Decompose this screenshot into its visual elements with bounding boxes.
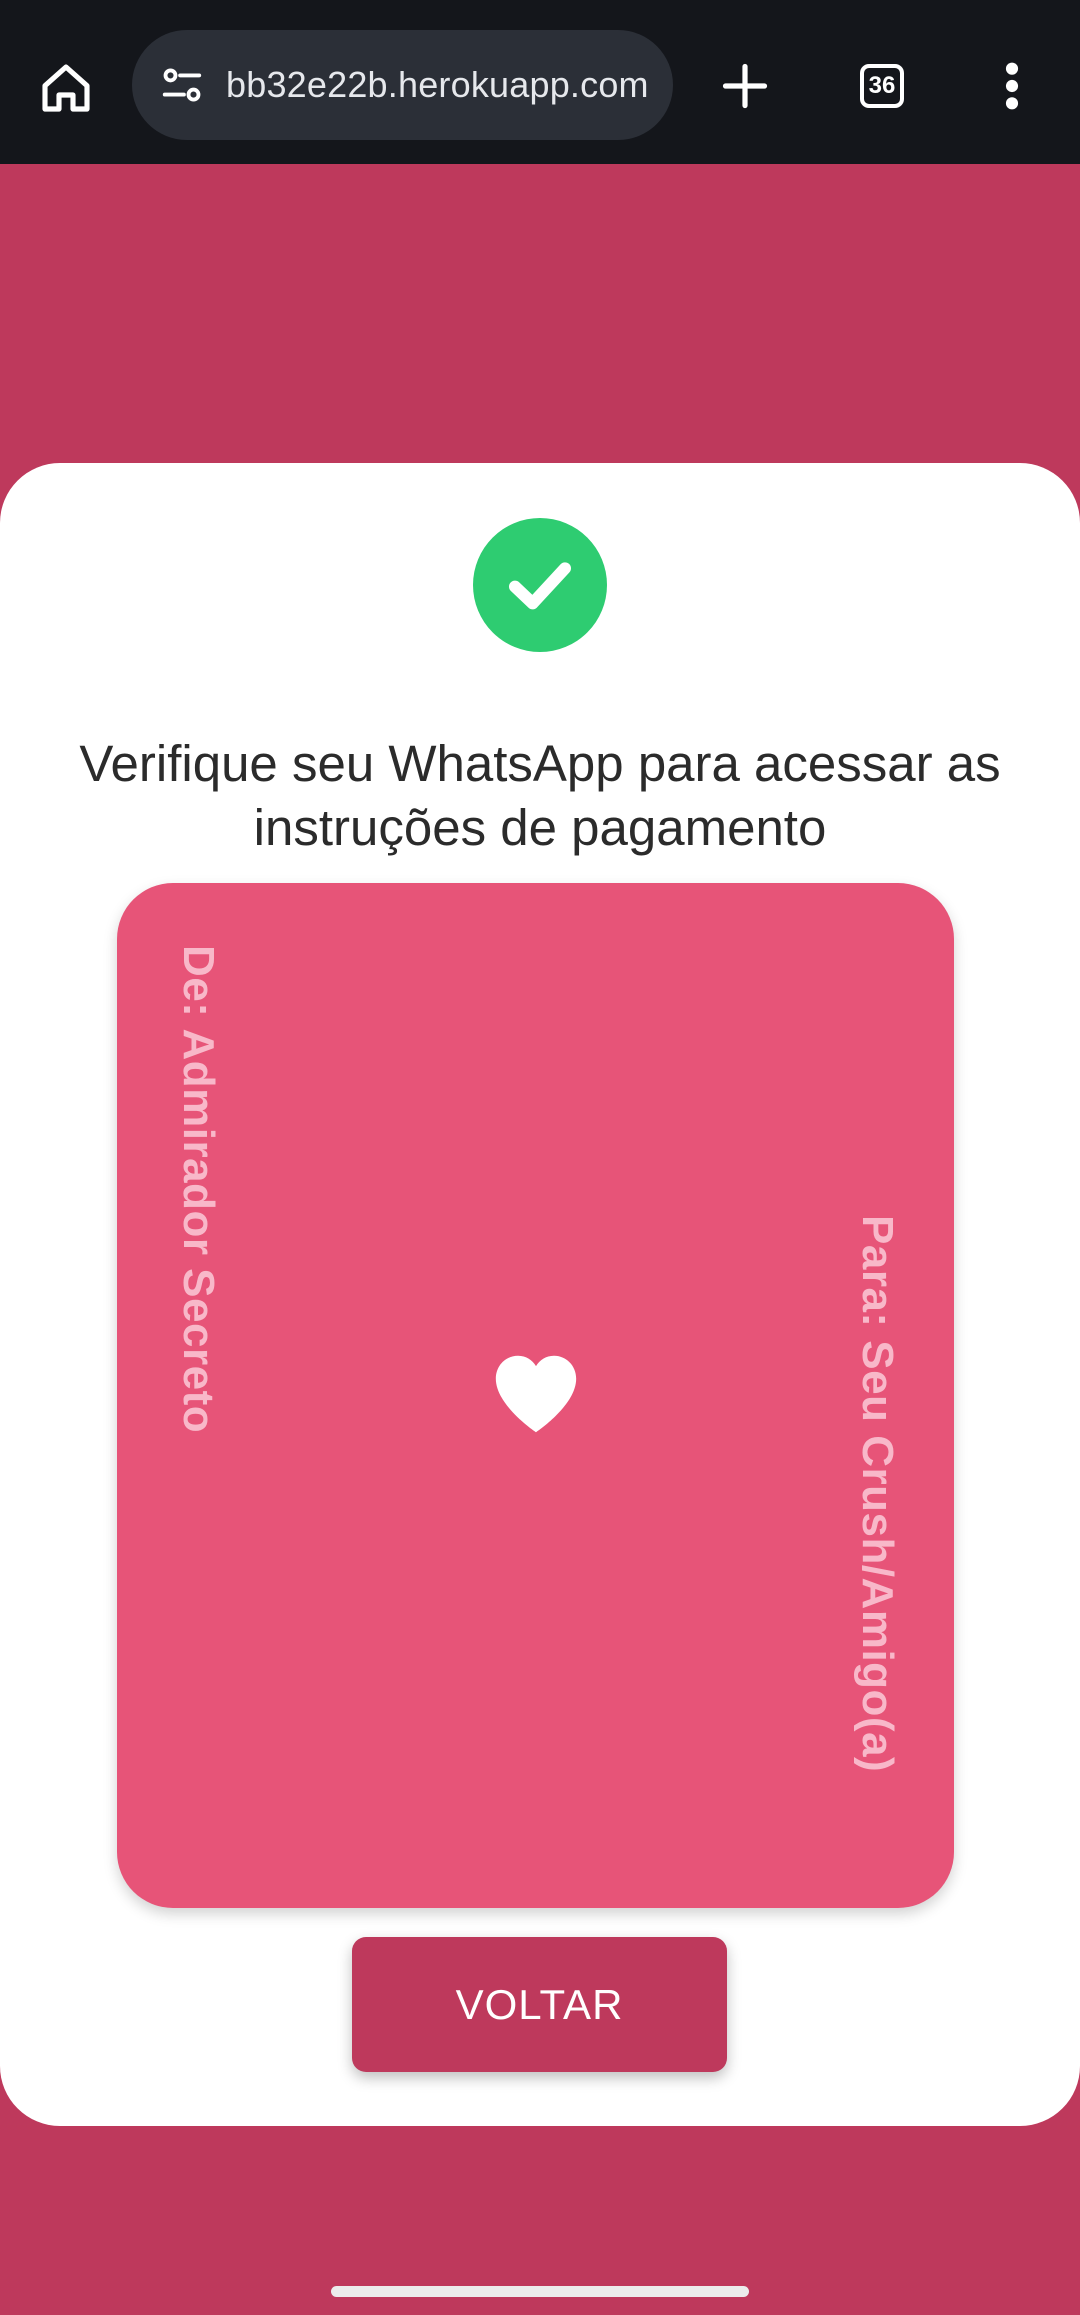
tab-count: 36: [868, 72, 896, 99]
plus-icon: [722, 63, 768, 109]
new-tab-button[interactable]: [703, 44, 787, 128]
home-icon: [42, 64, 90, 112]
home-button[interactable]: [24, 46, 108, 130]
gesture-navigation-bar[interactable]: [331, 2286, 749, 2297]
card-from-label: De: Admirador Secreto: [174, 945, 223, 1434]
address-bar[interactable]: bb32e22b.herokuapp.com: [132, 30, 673, 140]
more-vert-icon: [1005, 62, 1019, 110]
menu-button[interactable]: [970, 44, 1054, 128]
card-to-label: Para: Seu Crush/Amigo(a): [853, 1215, 902, 1773]
heart-icon: [495, 1355, 577, 1433]
tab-switcher-button[interactable]: 36: [840, 44, 924, 128]
browser-toolbar: bb32e22b.herokuapp.com 36: [0, 0, 1080, 164]
back-button[interactable]: VOLTAR: [352, 1937, 727, 2072]
page-title: Verifique seu WhatsApp para acessar as i…: [79, 735, 1001, 856]
url-text[interactable]: bb32e22b.herokuapp.com: [226, 64, 649, 106]
tab-switcher-icon: 36: [860, 64, 904, 108]
site-settings-icon[interactable]: [152, 55, 212, 115]
check-circle-icon: [473, 518, 607, 652]
